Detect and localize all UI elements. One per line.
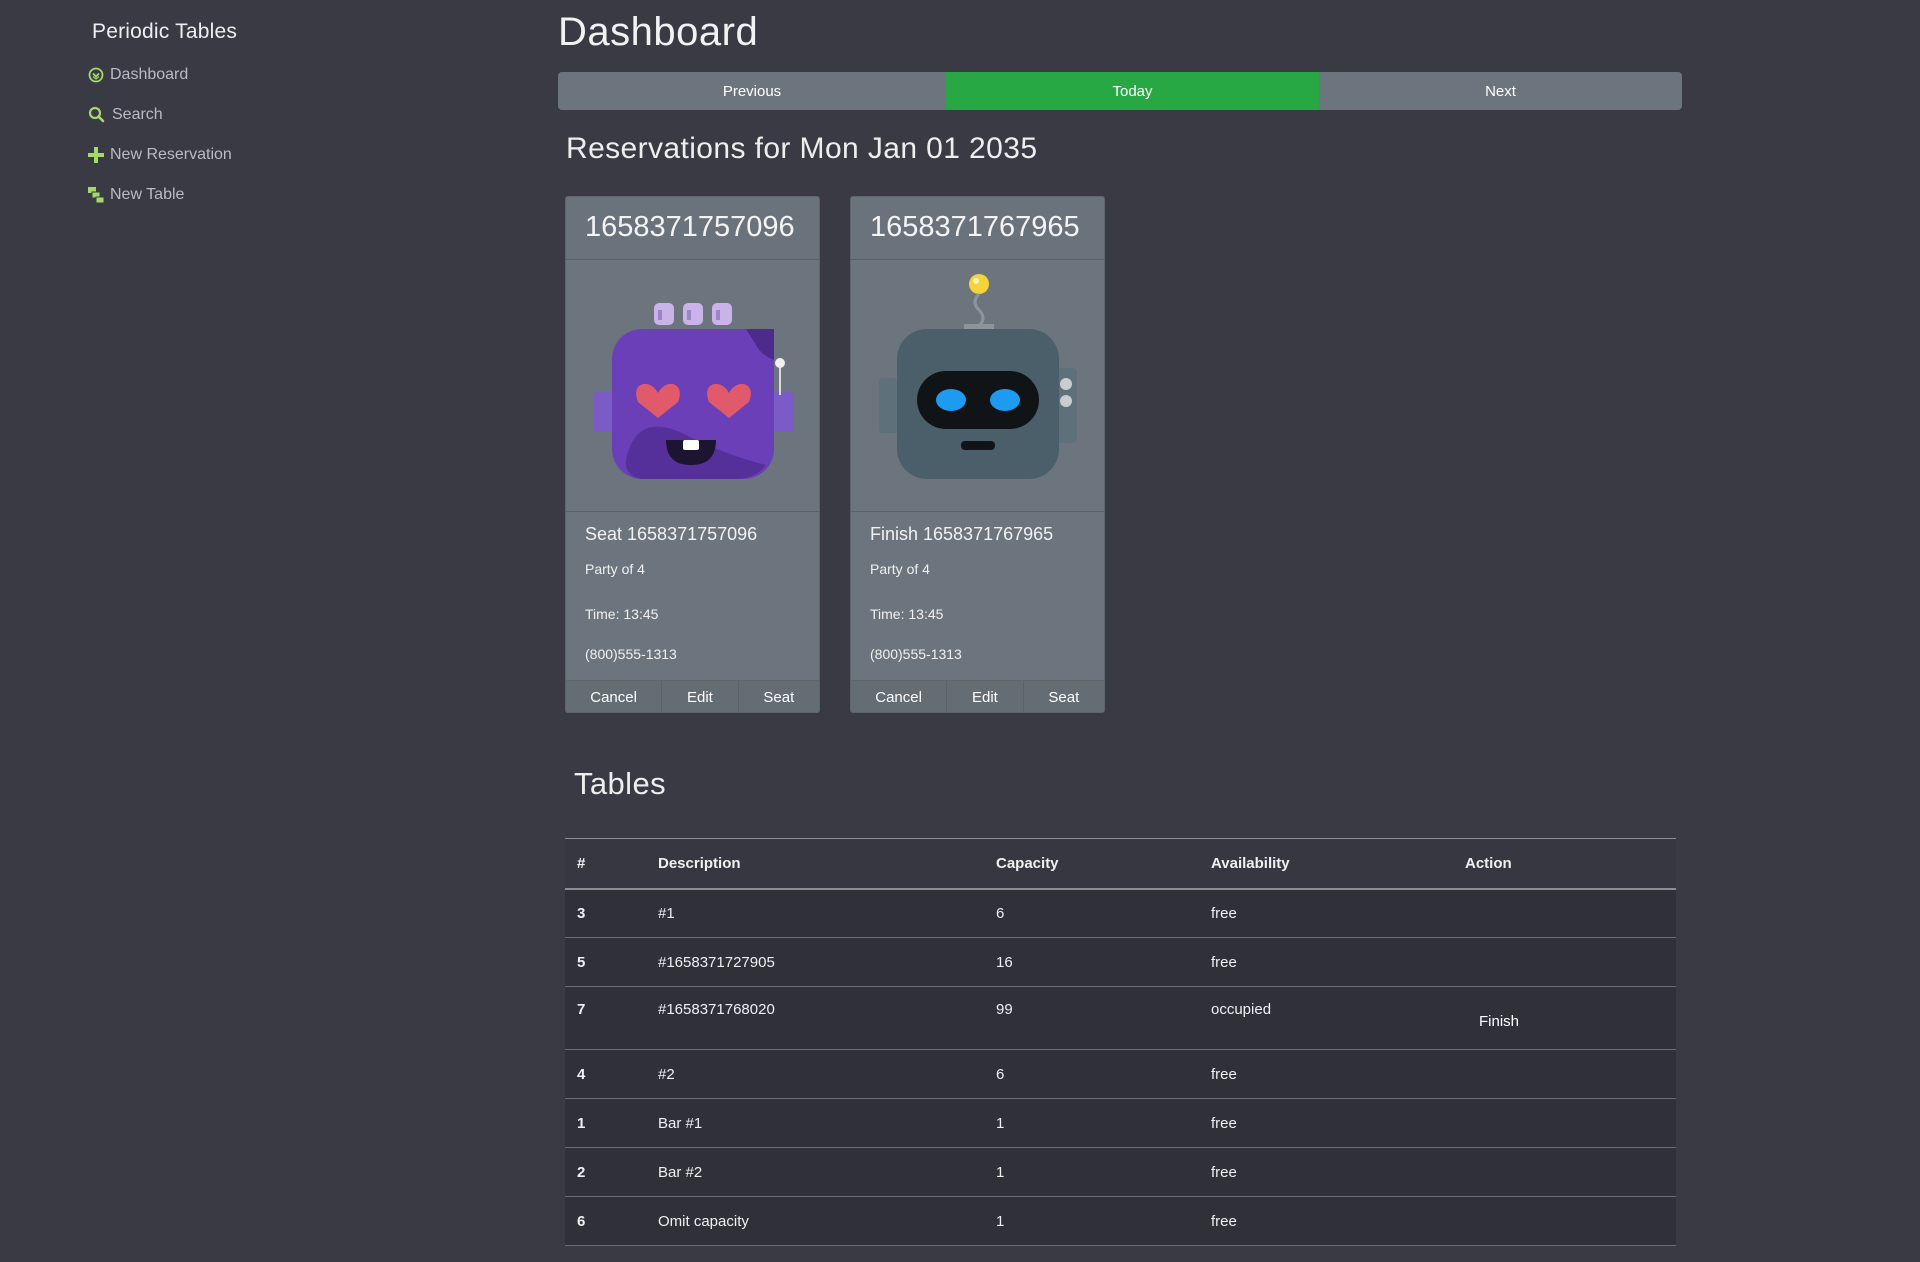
table-number: 2 [565, 1147, 646, 1197]
table-row: 5 #1658371727905 16 free [565, 937, 1676, 987]
table-description: #2 [646, 1049, 984, 1099]
reservation-id: 1658371757096 [566, 197, 819, 260]
card-actions: Cancel Edit Seat [566, 680, 819, 712]
next-button[interactable]: Next [1319, 72, 1682, 110]
reservations-heading: Reservations for Mon Jan 01 2035 [566, 132, 1038, 165]
tables-table: # Description Capacity Availability Acti… [565, 838, 1676, 1246]
card-actions: Cancel Edit Seat [851, 680, 1104, 712]
table-capacity: 6 [984, 888, 1199, 938]
gray-robot-icon [879, 274, 1077, 479]
table-capacity: 6 [984, 1049, 1199, 1099]
date-navigation: Previous Today Next [558, 72, 1682, 110]
table-row: 4 #2 6 free [565, 1049, 1676, 1099]
table-action [1453, 1196, 1676, 1246]
table-availability: free [1199, 1049, 1453, 1099]
column-header-description: Description [646, 838, 984, 890]
cancel-button[interactable]: Cancel [566, 681, 663, 712]
table-description: Bar #2 [646, 1147, 984, 1197]
page-title: Dashboard [558, 10, 759, 54]
table-description: Omit capacity [646, 1196, 984, 1246]
plus-icon [88, 147, 104, 163]
sidebar-item-label: New Reservation [110, 146, 232, 163]
cancel-button[interactable]: Cancel [851, 681, 948, 712]
today-button[interactable]: Today [946, 72, 1319, 110]
finish-button[interactable]: Finish [1473, 1006, 1526, 1036]
table-action [1453, 1147, 1676, 1197]
column-header-capacity: Capacity [984, 838, 1199, 890]
table-number: 1 [565, 1098, 646, 1148]
sidebar-item-new-reservation[interactable]: New Reservation [88, 141, 232, 169]
party-size: Party of 4 [585, 561, 645, 577]
table-availability: occupied [1199, 986, 1453, 1050]
seat-button[interactable]: Seat [739, 681, 819, 712]
column-header-action: Action [1453, 838, 1676, 890]
table-description: #1 [646, 888, 984, 938]
seat-button[interactable]: Seat [1024, 681, 1104, 712]
reservation-id: 1658371767965 [851, 197, 1104, 260]
reservation-name: Finish 1658371767965 [870, 524, 1054, 544]
table-number: 7 [565, 986, 646, 1050]
reservation-card: 1658371767965 Finish 1658371767965 Party… [850, 196, 1105, 713]
brand-title[interactable]: Periodic Tables [92, 20, 237, 44]
reservation-card: 1658371757096 Seat 1658371757096 Party o… [565, 196, 820, 713]
phone-number: (800)555-1313 [870, 646, 962, 662]
phone-number: (800)555-1313 [585, 646, 677, 662]
table-row: 1 Bar #1 1 free [565, 1098, 1676, 1148]
table-availability: free [1199, 888, 1453, 938]
table-description: Bar #1 [646, 1098, 984, 1148]
table-availability: free [1199, 937, 1453, 987]
table-action [1453, 1049, 1676, 1099]
table-row: 2 Bar #2 1 free [565, 1147, 1676, 1197]
sidebar-item-label: Search [112, 106, 163, 123]
sidebar-item-label: Dashboard [110, 66, 189, 83]
search-icon [88, 106, 106, 124]
sidebar-item-new-table[interactable]: New Table [88, 181, 184, 209]
table-availability: free [1199, 1147, 1453, 1197]
robot-avatar [566, 260, 819, 512]
table-capacity: 1 [984, 1147, 1199, 1197]
table-number: 3 [565, 888, 646, 938]
table-description: #1658371768020 [646, 986, 984, 1050]
table-number: 5 [565, 937, 646, 987]
table-capacity: 99 [984, 986, 1199, 1050]
table-availability: free [1199, 1098, 1453, 1148]
table-row: 7 #1658371768020 99 occupied Finish [565, 986, 1676, 1050]
sidebar-item-label: New Table [110, 186, 185, 203]
reservation-details: Finish 1658371767965 Party of 4 Time: 13… [851, 512, 1104, 674]
previous-button[interactable]: Previous [558, 72, 946, 110]
table-availability: free [1199, 1196, 1453, 1246]
sidebar-item-search[interactable]: Search [88, 101, 163, 129]
reservation-name: Seat 1658371757096 [585, 524, 758, 544]
layers-icon [88, 187, 104, 203]
table-capacity: 1 [984, 1098, 1199, 1148]
column-header-availability: Availability [1199, 838, 1453, 890]
table-action: Finish [1453, 986, 1676, 1050]
table-row: 3 #1 6 free [565, 888, 1676, 938]
party-size: Party of 4 [870, 561, 930, 577]
purple-robot-icon [593, 303, 794, 479]
robot-avatar [851, 260, 1104, 512]
table-number: 6 [565, 1196, 646, 1246]
table-capacity: 1 [984, 1196, 1199, 1246]
reservation-time: Time: 13:45 [870, 606, 944, 622]
tables-heading: Tables [574, 766, 667, 801]
table-row: 6 Omit capacity 1 free [565, 1196, 1676, 1246]
table-action [1453, 937, 1676, 987]
table-action [1453, 1098, 1676, 1148]
table-number: 4 [565, 1049, 646, 1099]
edit-button[interactable]: Edit [662, 681, 739, 712]
table-description: #1658371727905 [646, 937, 984, 987]
sidebar-item-dashboard[interactable]: Dashboard [88, 61, 188, 89]
edit-button[interactable]: Edit [947, 681, 1024, 712]
reservation-time: Time: 13:45 [585, 606, 659, 622]
table-header-row: # Description Capacity Availability Acti… [565, 838, 1676, 890]
reservation-details: Seat 1658371757096 Party of 4 Time: 13:4… [566, 512, 819, 674]
sidebar: Periodic Tables Dashboard Search New Res… [0, 0, 540, 1262]
table-action [1453, 888, 1676, 938]
column-header-number: # [565, 838, 646, 890]
dashboard-icon [88, 67, 104, 83]
table-capacity: 16 [984, 937, 1199, 987]
